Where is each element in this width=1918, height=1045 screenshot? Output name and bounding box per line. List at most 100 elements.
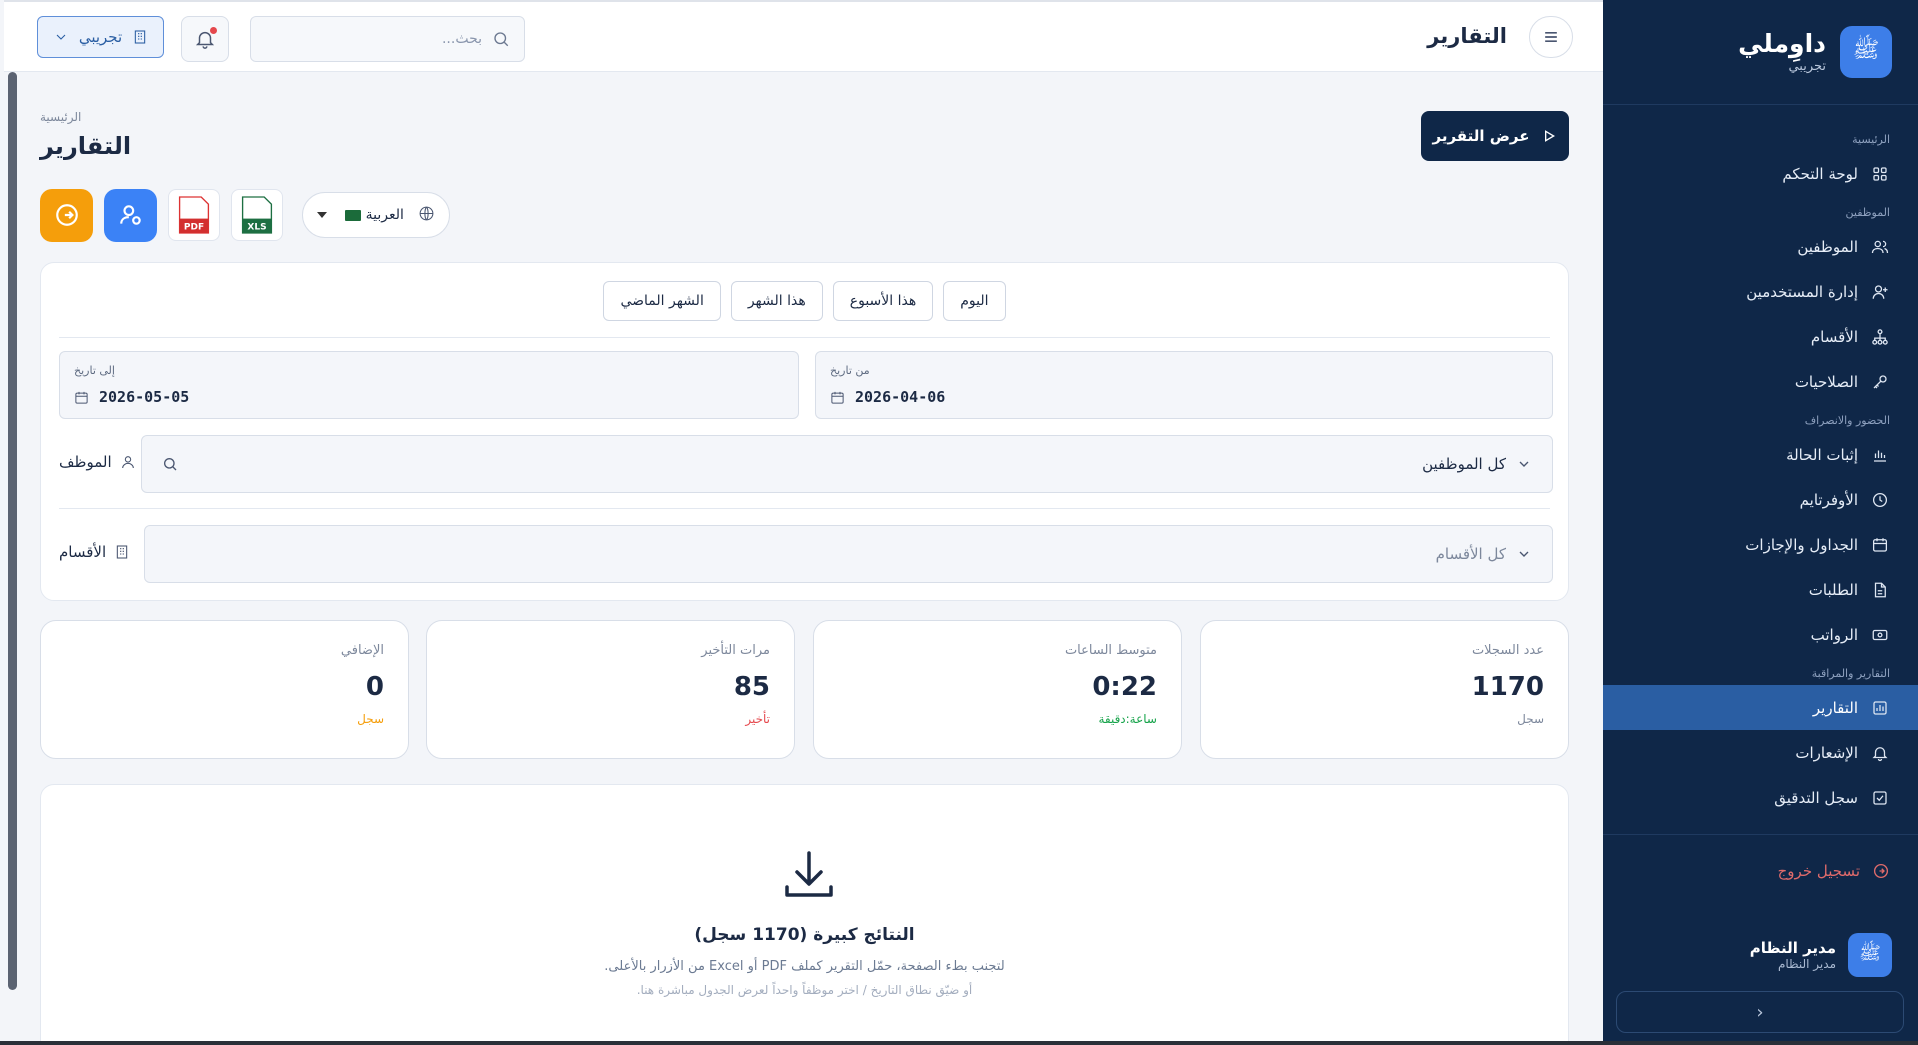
nav-section-title: الحضور والانصراف (1804, 414, 1890, 427)
nav-section-title: الموظفين (1845, 206, 1890, 219)
saudi-flag-icon (345, 209, 362, 221)
sidebar-item-payroll[interactable]: الرواتب (1603, 612, 1918, 657)
departments-label: الأقسام (59, 543, 130, 561)
sidebar-item-notifications[interactable]: الإشعارات (1603, 730, 1918, 775)
exit-report-button[interactable] (40, 188, 93, 242)
departments-select[interactable]: كل الأقسام (144, 525, 1553, 583)
report-chart-icon (1870, 698, 1890, 718)
top-bar-title: التقارير (1427, 24, 1507, 48)
sidebar-item-status-proof[interactable]: إثبات الحالة (1603, 432, 1918, 477)
chevron-down-icon (56, 34, 66, 40)
notification-dot (210, 27, 217, 34)
nav-section-title: الرئيسية (1852, 133, 1890, 146)
tenant-switcher-button[interactable]: تجريبي (37, 16, 164, 58)
stat-value: 0 (365, 672, 384, 702)
search-icon[interactable] (162, 456, 178, 472)
building-icon (116, 545, 128, 559)
user-text: مدير النظام مدير النظام (1750, 939, 1836, 971)
language-select[interactable]: العربية (302, 192, 450, 238)
stat-unit: تأخير (745, 712, 770, 726)
tenant-label: تجريبي (78, 28, 123, 46)
page-scrollbar[interactable] (8, 72, 17, 990)
building-icon (134, 30, 146, 44)
to-date-value: 2026-05-05 (74, 388, 189, 406)
to-date-label: إلى تاريخ (74, 364, 115, 377)
brand[interactable]: ﷺ داوِملي تجريبي (1603, 0, 1918, 105)
logout-icon (1873, 863, 1889, 879)
logout-button[interactable]: تسجيل خروج (1603, 849, 1918, 893)
export-pdf-button[interactable]: PDF (168, 189, 220, 241)
view-report-button[interactable]: عرض التقرير (1421, 111, 1569, 161)
breadcrumb[interactable]: الرئيسية (40, 110, 81, 124)
stat-label: الإضافي (340, 643, 384, 658)
range-this-month-button[interactable]: هذا الشهر (730, 281, 823, 321)
search-input[interactable] (282, 31, 482, 47)
top-bar: التقارير تجريبي (4, 0, 1603, 72)
excel-file-icon: XLS (241, 196, 273, 234)
sidebar-item-overtime[interactable]: الأوفرتايم (1603, 477, 1918, 522)
calendar-icon (831, 391, 844, 404)
sidebar-item-label: لوحة التحكم (1782, 164, 1858, 183)
stat-card-average-hours: متوسط الساعات 0:22 ساعة:دقيقة (813, 620, 1182, 759)
calendar-icon (1870, 535, 1890, 555)
range-last-month-button[interactable]: الشهر الماضي (603, 281, 721, 321)
employee-select[interactable]: كل الموظفين (141, 435, 1553, 493)
sidebar-item-label: الأقسام (1810, 327, 1858, 346)
stat-card-overtime: الإضافي 0 سجل (40, 620, 409, 759)
sidebar-item-requests[interactable]: الطلبات (1603, 567, 1918, 612)
sidebar-item-dashboard[interactable]: لوحة التحكم (1603, 151, 1918, 196)
to-date-field[interactable]: إلى تاريخ 2026-05-05 (59, 351, 799, 419)
results-title: النتائج كبيرة (1170 سجل) (694, 925, 915, 945)
users-icon (1870, 237, 1890, 257)
brand-subtitle: تجريبي (1788, 58, 1826, 74)
sidebar-collapse-button[interactable]: ‹ (1616, 991, 1904, 1033)
sidebar-item-audit-log[interactable]: سجل التدقيق (1603, 775, 1918, 820)
sidebar-item-permissions[interactable]: الصلاحيات (1603, 359, 1918, 404)
divider (1603, 834, 1918, 835)
bar-chart-icon (1870, 445, 1890, 465)
sidebar-item-label: الأوفرتايم (1799, 490, 1858, 509)
sidebar-item-label: الجداول والإجازات (1745, 535, 1858, 554)
brand-text: داوِملي تجريبي (1738, 30, 1826, 74)
employee-settings-button[interactable] (104, 188, 157, 242)
notifications-button[interactable] (181, 16, 229, 62)
chevron-down-icon (1519, 461, 1529, 467)
results-card: النتائج كبيرة (1170 سجل) لتجنب بطء الصفح… (40, 784, 1569, 1045)
search-icon (494, 32, 509, 47)
menu-toggle-button[interactable] (1529, 16, 1573, 58)
range-today-button[interactable]: اليوم (943, 281, 1006, 321)
sitemap-icon (1870, 327, 1890, 347)
departments-select-value: كل الأقسام (1436, 545, 1532, 563)
sidebar-item-label: إدارة المستخدمين (1746, 282, 1858, 301)
sidebar-item-departments[interactable]: الأقسام (1603, 314, 1918, 359)
sidebar-item-user-management[interactable]: إدارة المستخدمين (1603, 269, 1918, 314)
window-bottom-edge (0, 1041, 1918, 1045)
results-hint: لتجنب بطء الصفحة، حمّل التقرير كملف PDF … (604, 959, 1005, 974)
from-date-text: 2026-04-06 (855, 388, 946, 406)
sidebar-item-schedules-leaves[interactable]: الجداول والإجازات (1603, 522, 1918, 567)
to-date-text: 2026-05-05 (99, 388, 190, 406)
caret-down-icon (317, 212, 327, 218)
filter-card: اليوم هذا الأسبوع هذا الشهر الشهر الماضي… (40, 262, 1569, 601)
globe-icon (418, 205, 435, 226)
employee-select-value: كل الموظفين (1422, 455, 1532, 473)
sidebar-item-reports[interactable]: التقارير (1603, 685, 1918, 730)
sidebar-nav: الرئيسية لوحة التحكم الموظفين الموظفين إ… (1603, 105, 1918, 893)
stat-value: 85 (733, 672, 770, 702)
results-hint-secondary: أو ضيّق نطاق التاريخ / اختر موظفاً واحدا… (636, 983, 973, 997)
pdf-label: PDF (184, 222, 204, 232)
brand-logo-icon: ﷺ (1840, 26, 1892, 78)
global-search[interactable] (250, 16, 525, 62)
sidebar-item-employees[interactable]: الموظفين (1603, 224, 1918, 269)
sidebar-item-label: الموظفين (1797, 237, 1858, 256)
sidebar-item-label: الصلاحيات (1794, 372, 1858, 391)
download-icon (779, 845, 839, 905)
sidebar-item-label: الإشعارات (1795, 743, 1858, 762)
range-this-week-button[interactable]: هذا الأسبوع (832, 281, 934, 321)
sidebar-item-label: التقارير (1812, 698, 1858, 717)
export-excel-button[interactable]: XLS (231, 189, 283, 241)
from-date-field[interactable]: من تاريخ 2026-04-06 (815, 351, 1553, 419)
grid-icon (1870, 164, 1890, 184)
document-icon (1870, 580, 1890, 600)
user-profile[interactable]: ﷺ مدير النظام مدير النظام (1603, 933, 1918, 977)
